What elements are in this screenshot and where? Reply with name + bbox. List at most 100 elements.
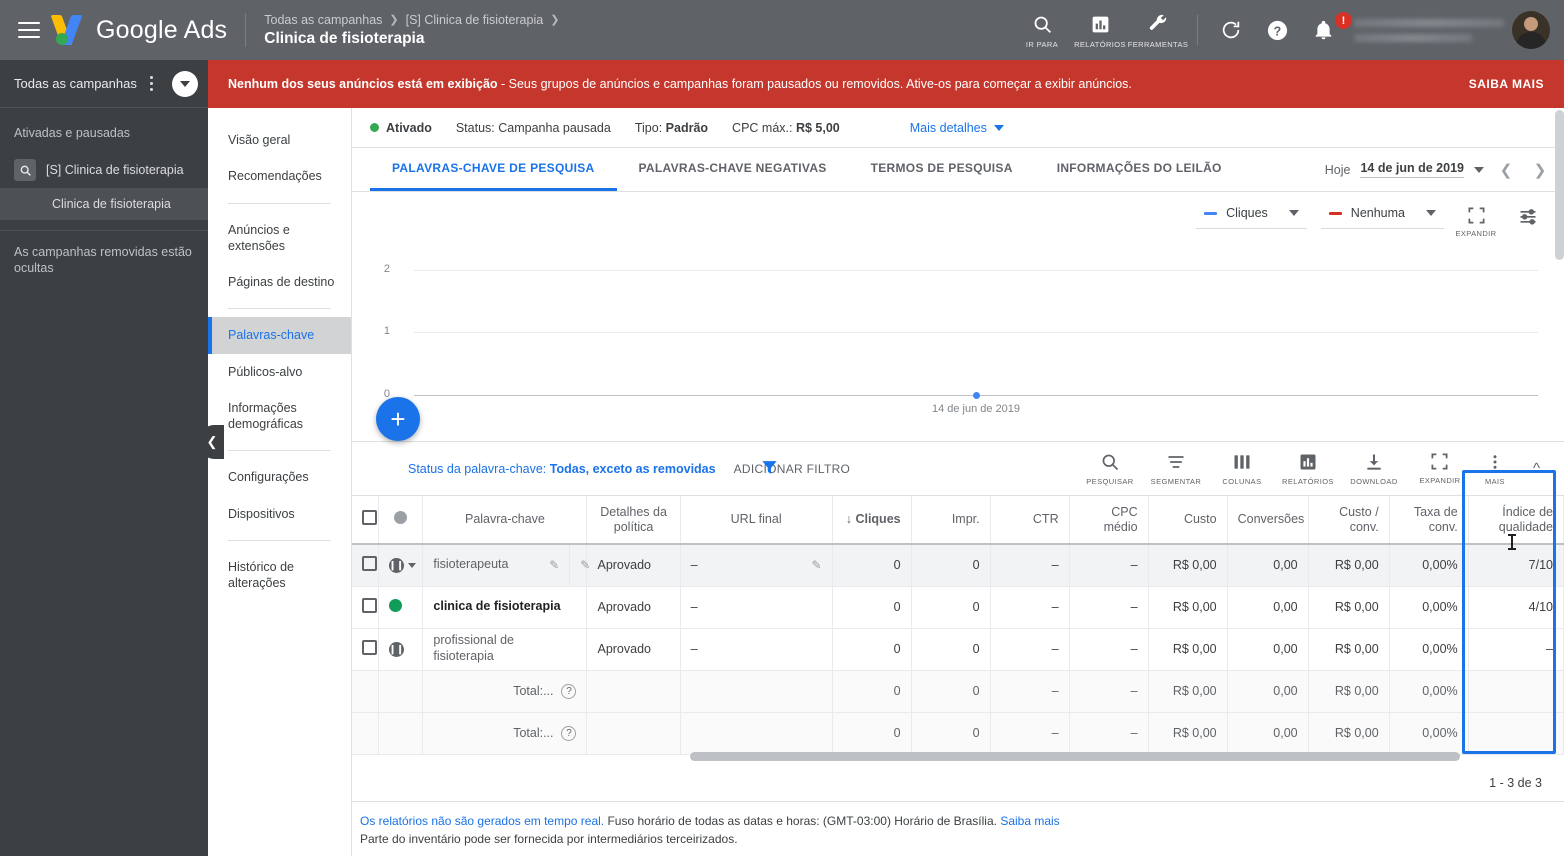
row-checkbox[interactable] — [362, 598, 377, 613]
go-to-button[interactable]: IR PARA — [1013, 11, 1071, 49]
help-button[interactable]: ? — [1254, 17, 1300, 43]
keyword-status-filter[interactable]: Status da palavra-chave: Todas, exceto a… — [408, 462, 716, 476]
horizontal-scrollbar[interactable] — [690, 752, 1460, 761]
google-ads-logo[interactable]: Google Ads — [50, 15, 227, 45]
tab-auction-insights[interactable]: INFORMAÇÕES DO LEILÃO — [1035, 148, 1244, 191]
collapse-chart-button[interactable]: ^ — [1517, 460, 1550, 477]
header-avg-cpc[interactable]: CPC médio — [1069, 496, 1149, 545]
row-quality-score-cell[interactable]: 7/10 — [1468, 544, 1564, 587]
row-checkbox[interactable] — [362, 556, 377, 572]
nav-item-settings[interactable]: Configurações — [208, 459, 351, 495]
table-row[interactable]: ❙❙ profissional de fisioterapia Aprovado… — [352, 628, 1564, 671]
account-info-redacted[interactable] — [1354, 18, 1504, 42]
row-status-cell[interactable]: ❙❙ — [378, 628, 424, 671]
chevron-down-icon[interactable] — [1474, 166, 1484, 173]
header-ctr[interactable]: CTR — [990, 496, 1070, 545]
select-all-cell[interactable] — [352, 496, 379, 545]
add-filter-button[interactable]: ADICIONAR FILTRO — [734, 462, 851, 476]
header-quality-score[interactable]: Índice de qualidade — [1468, 496, 1564, 545]
nav-item-change-history[interactable]: Histórico de alterações — [208, 549, 351, 602]
metric-secondary-selector[interactable]: Nenhuma — [1320, 202, 1444, 229]
row-final-url-cell[interactable]: – — [680, 586, 833, 629]
realtime-reports-link[interactable]: Os relatórios não são gerados em tempo r… — [360, 814, 604, 828]
header-impressions[interactable]: Impr. — [911, 496, 991, 545]
nav-item-ads-extensions[interactable]: Anúncios e extensões — [208, 212, 351, 265]
nav-item-landing-pages[interactable]: Páginas de destino — [208, 264, 351, 300]
edit-icon[interactable]: ✎ — [580, 558, 590, 572]
chart-expand-button[interactable]: EXPANDIR — [1448, 202, 1504, 238]
nav-item-devices[interactable]: Dispositivos — [208, 496, 351, 532]
date-range-value[interactable]: 14 de jun de 2019 — [1360, 161, 1464, 178]
collapse-panel-button[interactable]: ❮ — [200, 425, 224, 459]
more-button[interactable]: MAIS — [1473, 452, 1517, 486]
row-quality-score-cell[interactable]: 4/10 — [1468, 586, 1564, 629]
row-select-cell[interactable] — [352, 544, 379, 587]
tab-search-terms[interactable]: TERMOS DE PESQUISA — [849, 148, 1035, 191]
reports-button[interactable]: RELATÓRIOS — [1275, 452, 1341, 486]
tree-item-adgroup[interactable]: Clinica de fisioterapia — [0, 188, 208, 220]
header-cost-per-conv[interactable]: Custo / conv. — [1308, 496, 1390, 545]
nav-item-demographics[interactable]: Informações demográficas — [208, 390, 351, 443]
filter-icon[interactable] — [760, 458, 779, 480]
vertical-scrollbar[interactable] — [1555, 110, 1564, 260]
data-point[interactable] — [973, 392, 980, 399]
header-clicks[interactable]: ↓ Cliques — [832, 496, 912, 545]
nav-item-audiences[interactable]: Públicos-alvo — [208, 354, 351, 390]
row-select-cell[interactable] — [352, 586, 379, 629]
download-button[interactable]: DOWNLOAD — [1341, 452, 1407, 486]
notifications-button[interactable]: ! — [1300, 12, 1352, 43]
next-period-button[interactable]: ❯ — [1528, 161, 1552, 179]
header-policy-details[interactable]: Detalhes da política — [586, 496, 681, 545]
more-details-button[interactable]: Mais detalhes — [910, 121, 1004, 135]
segment-button[interactable]: SEGMENTAR — [1143, 452, 1209, 486]
row-final-url-cell[interactable]: – — [680, 628, 833, 671]
add-keyword-button[interactable]: + — [376, 397, 420, 441]
row-keyword-cell[interactable]: clinica de fisioterapia — [422, 586, 588, 629]
learn-more-link[interactable]: Saiba mais — [1000, 814, 1059, 828]
reports-button[interactable]: RELATÓRIOS — [1071, 11, 1129, 49]
help-icon[interactable]: ? — [561, 725, 577, 741]
table-row[interactable]: ❙❙ fisioterapeuta ✎ ✎ Aprovado – ✎ 0 0 –… — [352, 544, 1564, 587]
row-keyword-edit-cell[interactable]: ✎ — [569, 544, 590, 587]
nav-item-overview[interactable]: Visão geral — [208, 122, 351, 158]
alert-learn-more-button[interactable]: SAIBA MAIS — [1469, 77, 1544, 91]
select-all-checkbox[interactable] — [362, 510, 377, 525]
nav-item-recommendations[interactable]: Recomendações — [208, 158, 351, 194]
row-quality-score-cell[interactable]: – — [1468, 628, 1564, 671]
row-final-url-cell[interactable]: – ✎ — [680, 544, 833, 587]
columns-button[interactable]: COLUNAS — [1209, 452, 1275, 486]
header-conversions[interactable]: Conversões — [1227, 496, 1309, 545]
help-icon[interactable]: ? — [561, 683, 577, 699]
nav-item-keywords[interactable]: Palavras-chave — [208, 317, 351, 354]
menu-icon[interactable] — [18, 22, 40, 38]
more-vert-icon[interactable] — [142, 76, 160, 91]
tab-negative-keywords[interactable]: PALAVRAS-CHAVE NEGATIVAS — [617, 148, 849, 191]
row-keyword-cell[interactable]: fisioterapeuta ✎ — [422, 544, 571, 587]
expand-tree-button[interactable] — [172, 70, 198, 97]
expand-button[interactable]: EXPANDIR — [1407, 452, 1473, 485]
breadcrumb-campaign[interactable]: [S] Clinica de fisioterapia — [406, 13, 544, 27]
avatar[interactable] — [1512, 11, 1550, 49]
all-campaigns-label[interactable]: Todas as campanhas — [14, 76, 142, 91]
status-dropdown-icon[interactable] — [407, 562, 416, 568]
row-keyword-cell[interactable]: profissional de fisioterapia — [422, 628, 588, 671]
tab-search-keywords[interactable]: PALAVRAS-CHAVE DE PESQUISA — [370, 148, 617, 191]
breadcrumb-all-campaigns[interactable]: Todas as campanhas — [264, 13, 382, 27]
row-checkbox[interactable] — [362, 640, 377, 655]
edit-keyword-icon[interactable]: ✎ — [549, 558, 559, 572]
row-status-cell[interactable] — [378, 586, 424, 629]
tree-item-campaign[interactable]: [S] Clinica de fisioterapia — [0, 152, 208, 188]
edit-url-icon[interactable]: ✎ — [812, 558, 822, 572]
date-range-picker[interactable]: Hoje 14 de jun de 2019 ❮ ❯ — [1325, 148, 1564, 191]
header-conv-rate[interactable]: Taxa de conv. — [1389, 496, 1469, 545]
refresh-button[interactable] — [1208, 17, 1254, 43]
metric-primary-selector[interactable]: Cliques — [1196, 202, 1307, 229]
row-select-cell[interactable] — [352, 628, 379, 671]
chart-settings-button[interactable] — [1508, 202, 1548, 226]
row-status-cell[interactable]: ❙❙ — [378, 544, 424, 587]
table-row[interactable]: clinica de fisioterapia Aprovado – 0 0 –… — [352, 586, 1564, 629]
header-final-url[interactable]: URL final — [680, 496, 833, 545]
search-button[interactable]: PESQUISAR — [1077, 452, 1143, 486]
tools-button[interactable]: FERRAMENTAS — [1128, 11, 1188, 49]
header-keyword[interactable]: Palavra-chave — [422, 496, 588, 545]
